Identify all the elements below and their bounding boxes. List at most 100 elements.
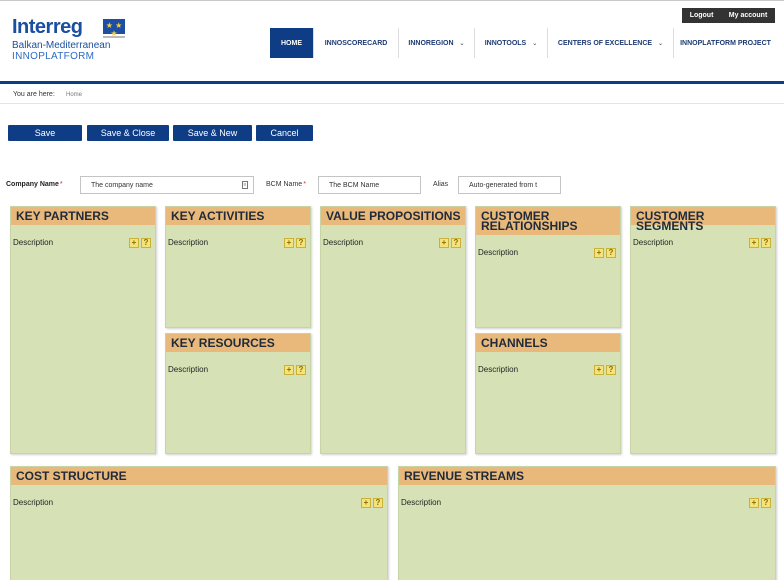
help-icon[interactable]: ? [373,498,383,508]
block-tools: + ? [361,498,383,508]
nav-item-label: CENTERS OF EXCELLENCE [557,39,653,47]
logo-project: INNOPLATFORM [12,51,95,62]
help-icon[interactable]: ? [451,238,461,248]
my-account-link[interactable]: My account [729,12,768,19]
block-title: REVENUE STREAMS [399,467,775,485]
block-description-label: Description [323,238,364,247]
account-bar: Logout My account [682,8,775,23]
add-icon[interactable]: + [594,365,604,375]
block-tools: + ? [594,365,616,375]
key-activities-block: KEY ACTIVITIES Description + ? [165,206,311,328]
nav-item-label: INNOSCORECARD [324,39,388,47]
chevron-down-icon: ⌄ [658,40,664,47]
block-title: CUSTOMER RELATIONSHIPS [476,207,620,235]
breadcrumb: You are here: Home [0,88,784,104]
breadcrumb-home-link[interactable]: Home [66,92,82,98]
bcm-name-input[interactable]: The BCM Name [318,176,421,194]
block-title: KEY RESOURCES [166,334,310,352]
block-description-label: Description [633,238,674,247]
nav-item-label: INNOREGION [408,39,454,47]
add-icon[interactable]: + [361,498,371,508]
block-description-label: Description [478,248,519,257]
alias-placeholder: Auto-generated from t [469,182,538,189]
key-resources-block: KEY RESOURCES Description + ? [165,333,311,454]
help-icon[interactable]: ? [296,365,306,375]
help-icon[interactable]: ? [761,238,771,248]
block-tools: + ? [594,248,616,258]
header-divider [0,81,784,84]
add-icon[interactable]: + [284,238,294,248]
block-title: VALUE PROPOSITIONS [321,207,465,225]
add-icon[interactable]: + [129,238,139,248]
customer-segments-block: CUSTOMER SEGMENTS Description + ? [630,206,776,454]
chevron-down-icon: ⌄ [459,40,465,47]
block-description-label: Description [401,498,442,507]
logo-brand: Interreg [12,16,83,38]
nav-item-innotools[interactable]: INNOTOOLS ⌄ [474,28,547,58]
block-tools: + ? [749,498,771,508]
company-name-label: Company Name* [6,181,63,188]
eu-flag-caption-icon [103,36,125,38]
contact-card-icon[interactable]: ≡ [242,181,248,189]
alias-input[interactable]: Auto-generated from t [458,176,561,194]
alias-label: Alias [433,181,449,188]
save-button[interactable]: Save [8,125,82,141]
main-nav: HOME INNOSCORECARD INNOREGION ⌄ INNOTOOL… [270,28,777,58]
bcm-name-label: BCM Name* [266,181,306,188]
block-title-line-2: RELATIONSHIPS [481,219,578,233]
cancel-button[interactable]: Cancel [256,125,313,141]
help-icon[interactable]: ? [141,238,151,248]
nav-item-label: INNOPLATFORM PROJECT [680,39,771,47]
nav-item-innoscorecard[interactable]: INNOSCORECARD [313,28,398,58]
page: Interreg ★ ★ ★ Balkan-Mediterranean INNO… [0,0,784,580]
company-name-input[interactable]: The company name ≡ [80,176,254,194]
block-tools: + ? [439,238,461,248]
required-mark: * [303,181,306,188]
eu-flag-icon: ★ ★ ★ [103,19,125,38]
chevron-down-icon: ⌄ [532,40,538,47]
customer-relationships-block: CUSTOMER RELATIONSHIPS Description + ? [475,206,621,328]
block-tools: + ? [129,238,151,248]
breadcrumb-label: You are here: [13,91,55,98]
company-name-label-text: Company Name [6,181,59,188]
help-icon[interactable]: ? [606,248,616,258]
help-icon[interactable]: ? [761,498,771,508]
add-icon[interactable]: + [439,238,449,248]
nav-item-home[interactable]: HOME [270,28,313,58]
nav-item-label: INNOTOOLS [484,39,527,47]
add-icon[interactable]: + [749,238,759,248]
key-partners-block: KEY PARTNERS Description + ? [10,206,156,454]
block-title: CUSTOMER SEGMENTS [631,207,775,232]
revenue-streams-block: REVENUE STREAMS Description + ? [398,466,776,580]
help-icon[interactable]: ? [296,238,306,248]
add-icon[interactable]: + [284,365,294,375]
block-description-label: Description [13,238,54,247]
add-icon[interactable]: + [594,248,604,258]
block-title: KEY ACTIVITIES [166,207,310,225]
nav-item-label: HOME [281,39,302,47]
nav-item-innoplatform-project[interactable]: INNOPLATFORM PROJECT [673,28,777,58]
required-mark: * [59,181,63,188]
block-title: CHANNELS [476,334,620,352]
nav-item-innoregion[interactable]: INNOREGION ⌄ [398,28,474,58]
block-title: COST STRUCTURE [11,467,387,485]
cost-structure-block: COST STRUCTURE Description + ? [10,466,388,580]
site-header: Interreg ★ ★ ★ Balkan-Mediterranean INNO… [0,0,784,84]
logout-link[interactable]: Logout [690,12,714,19]
block-title: KEY PARTNERS [11,207,155,225]
block-tools: + ? [284,365,306,375]
help-icon[interactable]: ? [606,365,616,375]
logo-region: Balkan-Mediterranean [12,40,111,51]
save-close-button[interactable]: Save & Close [87,125,169,141]
bcm-name-label-text: BCM Name [266,181,303,188]
add-icon[interactable]: + [749,498,759,508]
block-description-label: Description [13,498,54,507]
company-name-placeholder: The company name [91,182,153,189]
block-tools: + ? [284,238,306,248]
bcm-name-placeholder: The BCM Name [329,182,380,189]
block-description-label: Description [478,365,519,374]
save-new-button[interactable]: Save & New [173,125,252,141]
interreg-logo[interactable]: Interreg ★ ★ ★ Balkan-Mediterranean INNO… [12,16,142,66]
nav-item-centers-of-excellence[interactable]: CENTERS OF EXCELLENCE ⌄ [547,28,673,58]
block-description-label: Description [168,365,209,374]
